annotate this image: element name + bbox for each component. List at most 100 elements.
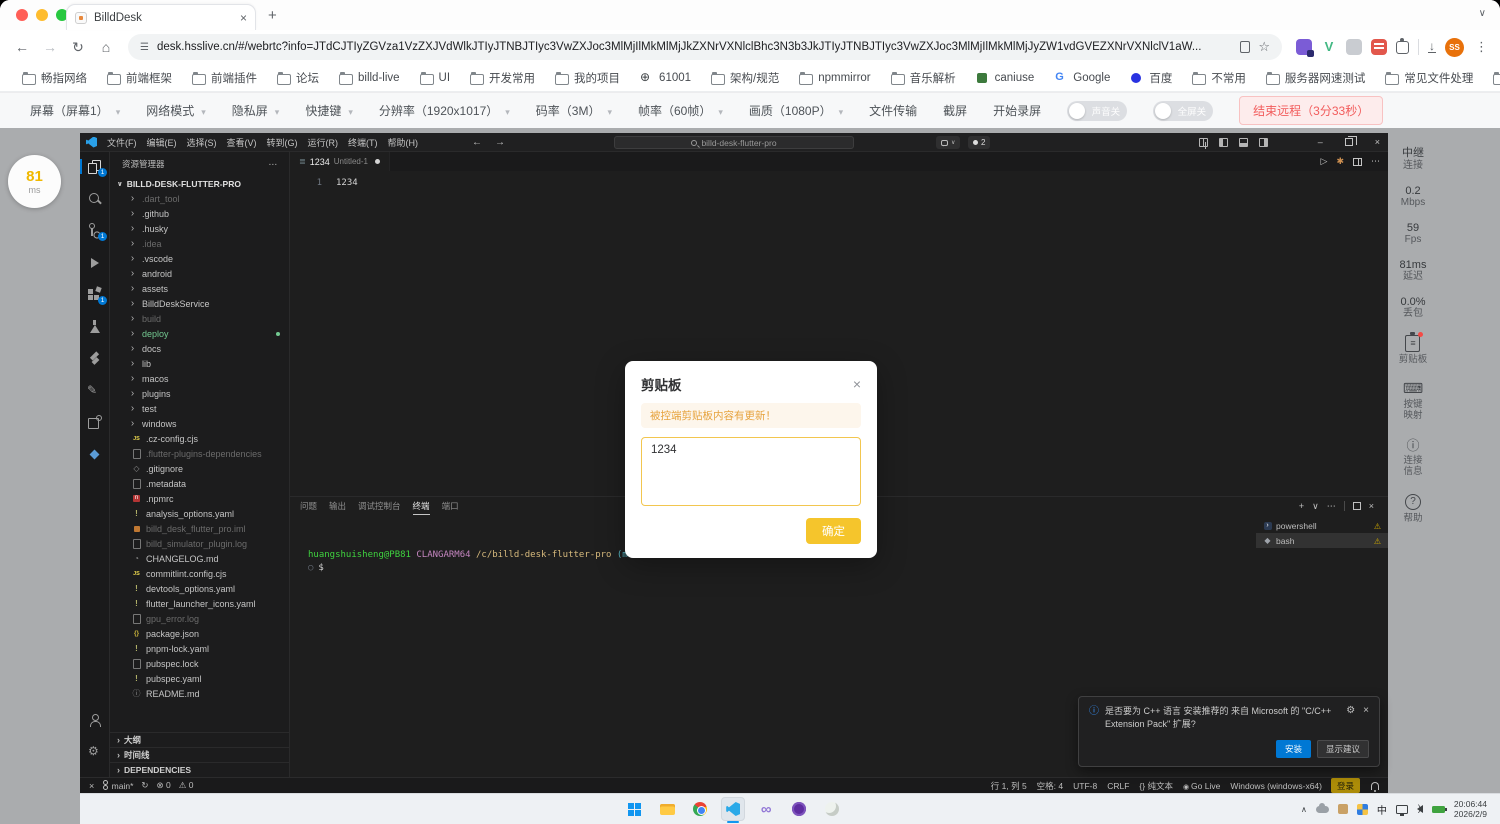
nav-back-icon[interactable]: ← <box>472 137 482 148</box>
tree-item[interactable]: .vscode <box>110 251 289 266</box>
toolbar-dropdown[interactable]: 隐私屏 <box>232 102 280 119</box>
toolbar-dropdown[interactable]: 画质（1080P） <box>749 102 843 119</box>
tree-item[interactable]: pubspec.yaml <box>110 671 289 686</box>
taskbar-app-button[interactable] <box>622 797 646 821</box>
bookmark-item[interactable]: 百度 <box>1122 67 1180 89</box>
sidebar-tool-button[interactable]: 按键 映射 <box>1403 379 1422 421</box>
tree-item[interactable]: assets <box>110 281 289 296</box>
new-terminal-icon[interactable]: + <box>1299 501 1304 511</box>
bookmark-item[interactable]: 直播外包 <box>1485 67 1500 89</box>
tree-item[interactable]: billd_simulator_plugin.log <box>110 536 289 551</box>
sidebar-section-header[interactable]: 大纲 <box>110 732 289 747</box>
bookmark-star-icon[interactable]: ☆ <box>1258 39 1270 55</box>
tree-item[interactable]: billd_desk_flutter_pro.iml <box>110 521 289 536</box>
activity-bar-item[interactable] <box>80 447 109 462</box>
taskbar-app-button[interactable] <box>655 797 679 821</box>
tree-item[interactable]: devtools_options.yaml <box>110 581 289 596</box>
tree-item[interactable]: analysis_options.yaml <box>110 506 289 521</box>
extension-icon-red[interactable] <box>1371 39 1387 55</box>
status-item[interactable]: Windows (windows-x64) <box>1230 781 1322 791</box>
save-page-icon[interactable] <box>1240 41 1250 53</box>
sparkle-icon[interactable]: ✱ <box>1336 156 1344 167</box>
bookmark-item[interactable]: Google <box>1046 69 1118 87</box>
activity-bar-item[interactable] <box>80 713 109 728</box>
taskbar-app-button[interactable] <box>754 797 778 821</box>
menubar-item[interactable]: 转到(G) <box>262 136 303 149</box>
activity-bar-item[interactable] <box>80 383 109 398</box>
toolbar-dropdown[interactable]: 码率（3M） <box>536 102 612 119</box>
new-tab-button[interactable]: + <box>268 7 277 24</box>
activity-bar-item[interactable]: 1 <box>80 223 109 238</box>
activity-bar-item[interactable] <box>80 255 109 270</box>
tray-app-icon[interactable] <box>1338 804 1348 814</box>
cloud-tray-icon[interactable] <box>1316 806 1329 813</box>
minimize-window-button[interactable] <box>36 9 48 21</box>
tree-item[interactable]: test <box>110 401 289 416</box>
site-info-icon[interactable]: ☰ <box>140 42 149 53</box>
status-item[interactable]: UTF-8 <box>1073 781 1097 791</box>
terminal-list-item[interactable]: bash <box>1256 533 1388 548</box>
panel-tab[interactable]: 输出 <box>329 497 346 515</box>
bookmark-item[interactable]: 服务器网速测试 <box>1258 67 1374 89</box>
panel-tab[interactable]: 端口 <box>442 497 459 515</box>
extension-icon-gray[interactable] <box>1346 39 1362 55</box>
menubar-item[interactable]: 选择(S) <box>182 136 222 149</box>
activity-bar-item[interactable] <box>80 351 109 366</box>
status-item[interactable]: 行 1, 列 5 <box>991 780 1027 792</box>
toolbar-toggle[interactable]: 声音关 <box>1067 101 1127 121</box>
menubar-item[interactable]: 运行(R) <box>303 136 344 149</box>
bookmark-item[interactable]: UI <box>412 69 459 87</box>
tree-item[interactable]: commitlint.config.cjs <box>110 566 289 581</box>
tree-item[interactable]: macos <box>110 371 289 386</box>
panel-tab[interactable]: 调试控制台 <box>358 497 401 515</box>
profile-avatar[interactable]: SS <box>1445 38 1464 57</box>
battery-icon[interactable] <box>1432 806 1445 813</box>
tree-item[interactable]: CHANGELOG.md <box>110 551 289 566</box>
nav-forward-icon[interactable]: → <box>495 137 505 148</box>
tree-item[interactable]: package.json <box>110 626 289 641</box>
taskbar-app-button[interactable] <box>820 797 844 821</box>
tree-item[interactable]: .npmrc <box>110 491 289 506</box>
chevron-down-icon[interactable]: ∨ <box>1312 501 1319 512</box>
copilot-menu[interactable]: ∨ <box>936 136 960 149</box>
customize-layout-icon[interactable] <box>1199 138 1208 147</box>
taskbar-app-button[interactable] <box>721 797 745 821</box>
tree-item[interactable]: .flutter-plugins-dependencies <box>110 446 289 461</box>
bookmark-item[interactable]: 架构/规范 <box>703 67 787 89</box>
taskbar-app-button[interactable] <box>688 797 712 821</box>
sidebar-tool-button[interactable]: 剪贴板 <box>1399 333 1428 365</box>
tree-item[interactable]: .gitignore <box>110 461 289 476</box>
bookmark-item[interactable]: 61001 <box>632 69 699 87</box>
bookmark-item[interactable]: 我的项目 <box>547 67 628 89</box>
forward-icon[interactable]: → <box>38 39 62 55</box>
errors-status[interactable]: ⊗ 0 <box>157 780 171 791</box>
editor-tab[interactable]: ≣ 1234 Untitled-1 <box>290 152 390 171</box>
chrome-menu-icon[interactable]: ⋮ <box>1475 39 1488 55</box>
url-text[interactable]: desk.hsslive.cn/#/webrtc?info=JTdCJTIyZG… <box>157 41 1232 53</box>
tab-close-icon[interactable]: × <box>240 12 247 24</box>
git-branch-status[interactable]: main* <box>102 781 133 791</box>
status-item[interactable]: CRLF <box>1107 781 1129 791</box>
run-icon[interactable]: ▷ <box>1321 156 1328 167</box>
panel-tab[interactable]: 终端 <box>413 497 430 515</box>
login-badge[interactable]: 登录 <box>1331 778 1360 793</box>
tab-search-chevron-icon[interactable]: ∨ <box>1479 8 1486 19</box>
volume-icon[interactable] <box>1417 805 1423 813</box>
toggle-sidebar-icon[interactable] <box>1219 138 1228 147</box>
home-icon[interactable]: ⌂ <box>94 39 118 55</box>
tree-item[interactable]: BilldDeskService <box>110 296 289 311</box>
activity-bar-item[interactable] <box>80 745 109 760</box>
chat-count-pill[interactable]: 2 <box>968 136 990 149</box>
bookmark-item[interactable]: npmmirror <box>791 69 878 87</box>
toggle-panel-icon[interactable] <box>1239 138 1248 147</box>
tree-item[interactable]: .cz-config.cjs <box>110 431 289 446</box>
bookmark-item[interactable]: 开发常用 <box>462 67 543 89</box>
bookmark-item[interactable]: caniuse <box>968 69 1043 87</box>
activity-bar-item[interactable]: 1 <box>80 159 109 174</box>
hidden-icons-chevron[interactable]: ∧ <box>1301 805 1307 814</box>
dialog-close-icon[interactable]: × <box>853 377 861 391</box>
menubar-item[interactable]: 查看(V) <box>222 136 262 149</box>
show-recommendations-button[interactable]: 显示建议 <box>1317 740 1369 758</box>
reload-icon[interactable]: ↻ <box>66 39 90 56</box>
display-tray-icon[interactable] <box>1396 805 1408 814</box>
